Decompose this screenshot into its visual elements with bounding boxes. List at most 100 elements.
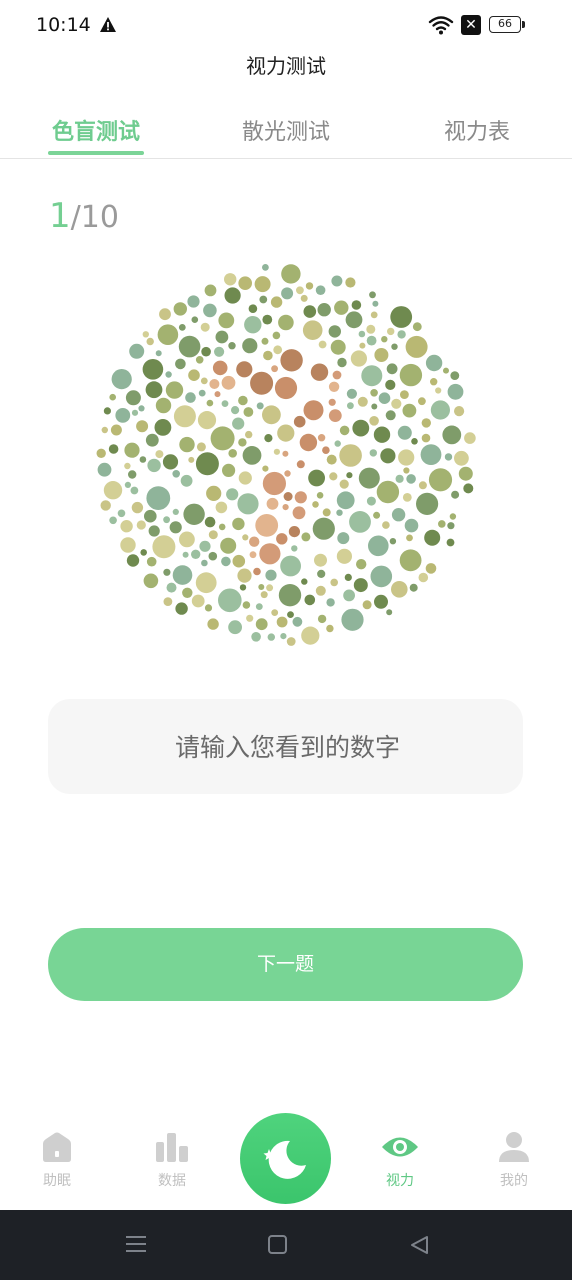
plate-dot [155, 450, 164, 459]
plate-dot [447, 522, 455, 530]
nav-label-mine: 我的 [500, 1173, 528, 1189]
plate-dot [420, 444, 442, 465]
plate-dot [318, 340, 327, 349]
plate-dot [328, 409, 342, 422]
bar-chart-icon [156, 1133, 188, 1162]
plate-dot [173, 405, 196, 428]
plate-dot [322, 508, 331, 517]
plate-dot [406, 474, 416, 484]
plate-dot [380, 448, 396, 464]
answer-input[interactable] [48, 699, 527, 796]
plate-dot [418, 481, 427, 490]
plate-dot [317, 569, 326, 578]
plate-dot [185, 392, 196, 403]
plate-dot [188, 369, 200, 381]
plate-dot [191, 549, 201, 559]
plate-dot [358, 330, 366, 338]
plate-dot [331, 275, 343, 287]
nav-data[interactable]: 数据 [132, 1130, 212, 1190]
plate-dot [195, 452, 219, 476]
plate-dot [220, 537, 237, 554]
plate-dot [378, 392, 391, 404]
plate-dot [395, 474, 404, 483]
menu-icon[interactable] [125, 1234, 147, 1254]
tab-astigmatism-test[interactable]: 散光测试 [230, 114, 342, 146]
plate-dot [353, 578, 368, 593]
plate-dot [387, 327, 395, 336]
plate-dot [411, 438, 418, 445]
plate-dot [214, 346, 225, 357]
plate-dot [317, 303, 331, 317]
plate-dot [256, 402, 264, 410]
plate-dot [201, 559, 208, 567]
nav-sleep-aid[interactable]: 助眠 [17, 1130, 97, 1190]
plate-dot [206, 485, 222, 501]
plate-dot [272, 331, 281, 340]
plate-dot [96, 448, 106, 458]
plate-dot [304, 594, 316, 606]
plate-dot [345, 277, 356, 288]
plate-dot [155, 397, 172, 414]
plate-dot [329, 472, 338, 481]
plate-dot [339, 444, 362, 467]
tab-eye-chart[interactable]: 视力表 [430, 114, 524, 146]
plate-dot [391, 343, 398, 350]
plate-dot [264, 434, 273, 443]
battery-icon: 66 [489, 16, 521, 33]
plate-dot [350, 350, 367, 367]
plate-dot [251, 632, 261, 642]
plate-dot [369, 291, 376, 299]
plate-dot [359, 342, 366, 349]
plate-dot [351, 300, 362, 310]
progress-current: 1 [49, 196, 71, 236]
answer-field[interactable] [48, 699, 527, 796]
plate-dot [169, 521, 182, 534]
plate-dot [273, 448, 280, 455]
plate-dot [405, 335, 428, 358]
warning-icon [100, 17, 116, 32]
plate-dot [292, 506, 306, 520]
plate-dot [267, 633, 275, 641]
plate-dot [371, 403, 378, 410]
plate-dot [226, 488, 239, 501]
plate-dot [373, 426, 391, 443]
plate-dot [238, 471, 252, 485]
plate-dot [221, 400, 229, 407]
next-question-button[interactable]: 下一题 [48, 928, 523, 1001]
plate-dot [326, 624, 334, 633]
plate-dot [400, 390, 409, 399]
plate-dot [175, 358, 186, 370]
plate-dot [402, 403, 417, 418]
plate-dot [418, 572, 429, 583]
back-icon[interactable] [408, 1234, 430, 1256]
plate-dot [271, 609, 279, 616]
plate-dot [258, 584, 265, 590]
nav-mine[interactable]: 我的 [474, 1130, 554, 1190]
home-icon[interactable] [268, 1235, 287, 1254]
nav-label-sleep-aid: 助眠 [43, 1173, 71, 1189]
plate-dot [443, 367, 449, 374]
plate-dot [291, 545, 298, 552]
plate-dot [376, 480, 400, 504]
plate-dot [187, 295, 200, 308]
plate-dot [145, 433, 159, 447]
page-title: 视力测试 [246, 54, 326, 78]
plate-dot [115, 408, 131, 423]
tab-color-blind-test[interactable]: 色盲测试 [40, 114, 152, 146]
plate-dot [204, 516, 216, 528]
plate-dot [399, 363, 423, 387]
plate-dot [126, 554, 140, 567]
plate-dot [254, 276, 271, 293]
sleep-center-button[interactable] [240, 1113, 331, 1204]
plate-dot [180, 474, 193, 487]
plate-dot [178, 335, 201, 358]
plate-dot [224, 273, 237, 286]
plate-dot [262, 405, 281, 425]
plate-dot [128, 470, 137, 479]
plate-dot [372, 300, 379, 307]
plate-dot [428, 468, 453, 492]
plate-dot [242, 338, 258, 354]
nav-vision[interactable]: 视力 [360, 1130, 440, 1190]
plate-dot [259, 543, 281, 565]
plate-dot [330, 339, 346, 355]
